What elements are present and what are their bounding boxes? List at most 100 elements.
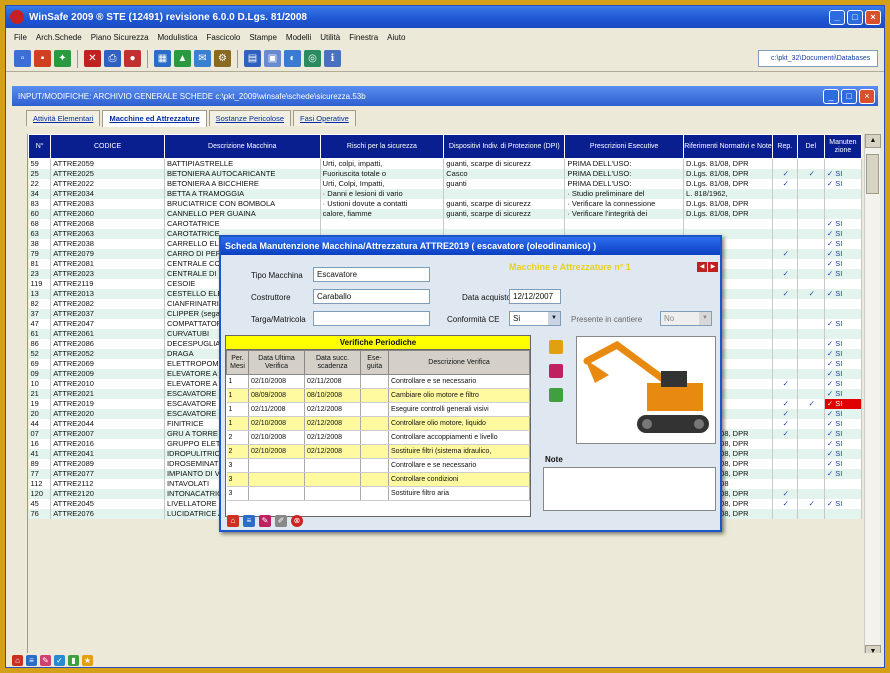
table-cell[interactable] (797, 208, 825, 219)
next-record-icon[interactable]: ▶ (708, 262, 718, 272)
menu-fascicolo[interactable]: Fascicolo (207, 33, 241, 42)
verif-column-header[interactable]: Ese-guita (360, 350, 389, 375)
verif-cell[interactable] (360, 444, 389, 459)
verif-cell[interactable] (360, 472, 389, 487)
tipo-field[interactable]: Escavatore (313, 267, 430, 282)
table-cell[interactable] (824, 208, 863, 219)
table-row[interactable]: 34 ATTRE2034 BETTA A TRAMOGGIA · Danni e le… (28, 188, 863, 199)
verif-cell[interactable]: 02/12/2008 (304, 430, 361, 445)
table-cell[interactable] (772, 188, 798, 199)
verif-cell[interactable] (304, 458, 361, 473)
open-icon[interactable]: ▪ (34, 50, 51, 67)
verif-row[interactable]: 3 Sostituire filtro aria (226, 486, 530, 501)
chevron-down-icon[interactable]: ▼ (548, 312, 560, 325)
table-cell[interactable]: ✓ SI (824, 248, 863, 259)
verif-column-header[interactable]: Per. Mesi (226, 350, 249, 375)
mail-icon[interactable]: ✉ (194, 50, 211, 67)
verif-row[interactable]: 3 Controllare condizioni (226, 472, 530, 487)
home-icon[interactable]: ⌂ (12, 654, 23, 666)
table-cell[interactable] (797, 408, 825, 419)
chart-icon[interactable]: ▲ (174, 50, 191, 67)
table-cell[interactable] (797, 198, 825, 209)
table-cell[interactable]: ✓ SI (824, 418, 863, 429)
column-header[interactable]: N° (27, 134, 52, 159)
table-cell[interactable] (797, 268, 825, 279)
delete-icon[interactable]: ✕ (84, 50, 101, 67)
table-cell[interactable] (772, 438, 798, 449)
table-cell[interactable]: ✓ SI (824, 428, 863, 439)
table-cell[interactable]: ✓ (772, 178, 798, 189)
table-cell[interactable] (824, 188, 863, 199)
table-cell[interactable] (797, 258, 825, 269)
verif-cell[interactable]: 1 (226, 416, 249, 431)
table-cell[interactable]: ✓ (772, 268, 798, 279)
table-cell[interactable] (797, 418, 825, 429)
table-cell[interactable] (772, 328, 798, 339)
table-cell[interactable]: ✓ SI (824, 398, 863, 409)
verif-row[interactable]: 1 02/10/2008 02/12/2008 Controllare olio mo… (226, 416, 530, 431)
table-cell[interactable] (824, 488, 863, 499)
document-icon[interactable]: ▤ (244, 50, 261, 67)
verif-cell[interactable] (360, 402, 389, 417)
table-cell[interactable] (797, 448, 825, 459)
table-cell[interactable] (797, 428, 825, 439)
table-cell[interactable]: ✓ (772, 378, 798, 389)
verif-cell[interactable]: 02/12/2008 (304, 416, 361, 431)
list-icon[interactable]: ≡ (243, 515, 255, 527)
stop-icon[interactable]: ● (124, 50, 141, 67)
table-cell[interactable]: ✓ (797, 288, 825, 299)
wizard-icon[interactable]: ✦ (54, 50, 71, 67)
verif-row[interactable]: 2 02/10/2008 02/12/2008 Sostituire filtri (… (226, 444, 530, 459)
table-cell[interactable]: ✓ SI (824, 348, 863, 359)
table-cell[interactable]: ✓ SI (824, 368, 863, 379)
cantiere-select[interactable]: No ▼ (660, 311, 712, 326)
note-field[interactable] (543, 467, 716, 511)
web-icon[interactable]: ◐ (284, 50, 301, 67)
menu-stampe[interactable]: Stampe (249, 33, 277, 42)
vertical-scrollbar[interactable]: ▲ ▼ (864, 134, 881, 659)
table-cell[interactable] (797, 478, 825, 489)
table-cell[interactable] (772, 368, 798, 379)
column-header[interactable]: CODICE (50, 134, 165, 159)
verif-cell[interactable]: Cambiare olio motore e filtro (388, 388, 530, 403)
table-cell[interactable]: ✓ SI (824, 218, 863, 229)
verif-cell[interactable] (360, 486, 389, 501)
grid-icon[interactable]: ▦ (154, 50, 171, 67)
verif-cell[interactable] (248, 472, 305, 487)
table-cell[interactable] (797, 368, 825, 379)
tab-macchine[interactable]: Macchine ed Attrezzature (102, 110, 207, 127)
car-icon[interactable]: ⚙ (214, 50, 231, 67)
list-icon[interactable]: ≡ (26, 654, 37, 666)
verif-column-header[interactable]: Data succ. scadenza (304, 350, 361, 375)
table-cell[interactable] (797, 348, 825, 359)
verif-cell[interactable]: Controllare condizioni (388, 472, 530, 487)
verif-cell[interactable] (248, 458, 305, 473)
home-icon[interactable]: ⌂ (227, 515, 239, 527)
tab-sostanze[interactable]: Sostanze Pericolose (208, 110, 291, 126)
eraser-icon[interactable] (549, 364, 563, 378)
table-cell[interactable] (797, 508, 825, 519)
sub-minimize-button[interactable]: _ (823, 88, 839, 104)
menu-modulistica[interactable]: Modulistica (158, 33, 198, 42)
table-cell[interactable] (797, 438, 825, 449)
table-cell[interactable] (772, 198, 798, 209)
verif-cell[interactable]: Controllare e se necessario (388, 458, 530, 473)
verif-cell[interactable]: Controllare e se necessario (388, 374, 530, 389)
table-row[interactable]: 60 ATTRE2060 CANNELLO PER GUAINA calore, fi… (28, 208, 863, 219)
menu-aiuto[interactable]: Aiuto (387, 33, 405, 42)
verif-cell[interactable]: 3 (226, 486, 249, 501)
column-header[interactable]: Dispositivi Indiv. di Protezione (DPI) (443, 134, 566, 159)
table-cell[interactable] (772, 508, 798, 519)
table-cell[interactable] (772, 258, 798, 269)
table-cell[interactable] (824, 158, 863, 169)
table-cell[interactable]: ✓ SI (824, 468, 863, 479)
verif-cell[interactable]: Sostituire filtri (sistema idraulico, (388, 444, 530, 459)
exit-icon[interactable]: ⊗ (291, 515, 303, 527)
table-cell[interactable] (797, 358, 825, 369)
ce-select[interactable]: Si ▼ (509, 311, 561, 326)
table-cell[interactable] (772, 308, 798, 319)
table-cell[interactable] (772, 468, 798, 479)
table-cell[interactable]: ✓ (772, 408, 798, 419)
check-icon[interactable]: ✓ (54, 654, 65, 666)
verif-row[interactable]: 1 02/10/2008 02/11/2008 Controllare e se ne… (226, 374, 530, 389)
